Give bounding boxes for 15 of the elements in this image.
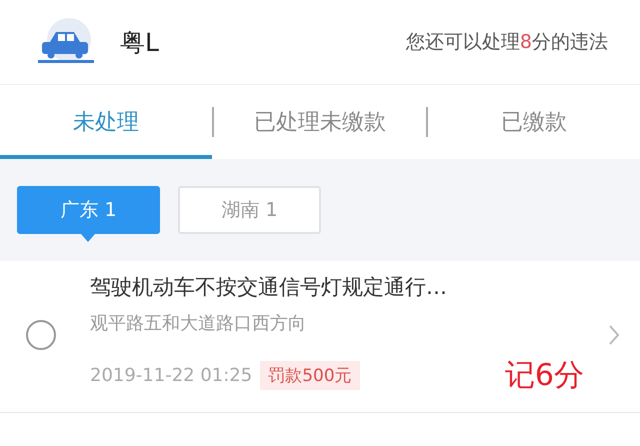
violation-time: 2019-11-22 01:25 <box>90 365 252 386</box>
status-tab[interactable]: 未处理 <box>0 85 212 159</box>
violation-location: 观平路五和大道路口西方向 <box>90 312 307 335</box>
province-tab[interactable]: 湖南 1 <box>178 186 321 234</box>
province-tab[interactable]: 广东 1 <box>17 186 160 234</box>
status-tab[interactable]: 已处理未缴款 <box>214 85 426 159</box>
points-notice: 您还可以处理8分的违法 <box>406 30 608 55</box>
select-radio[interactable] <box>26 320 56 350</box>
fine-badge: 罚款500元 <box>260 361 360 390</box>
pointer-icon <box>81 234 95 242</box>
violation-title: 驾驶机动车不按交通信号灯规定通行… <box>90 274 448 301</box>
plate-number: 粤L <box>120 26 160 58</box>
status-tab[interactable]: 已缴款 <box>428 85 640 159</box>
points-note: 记6分 <box>504 357 584 395</box>
chevron-icon[interactable] <box>608 324 620 346</box>
